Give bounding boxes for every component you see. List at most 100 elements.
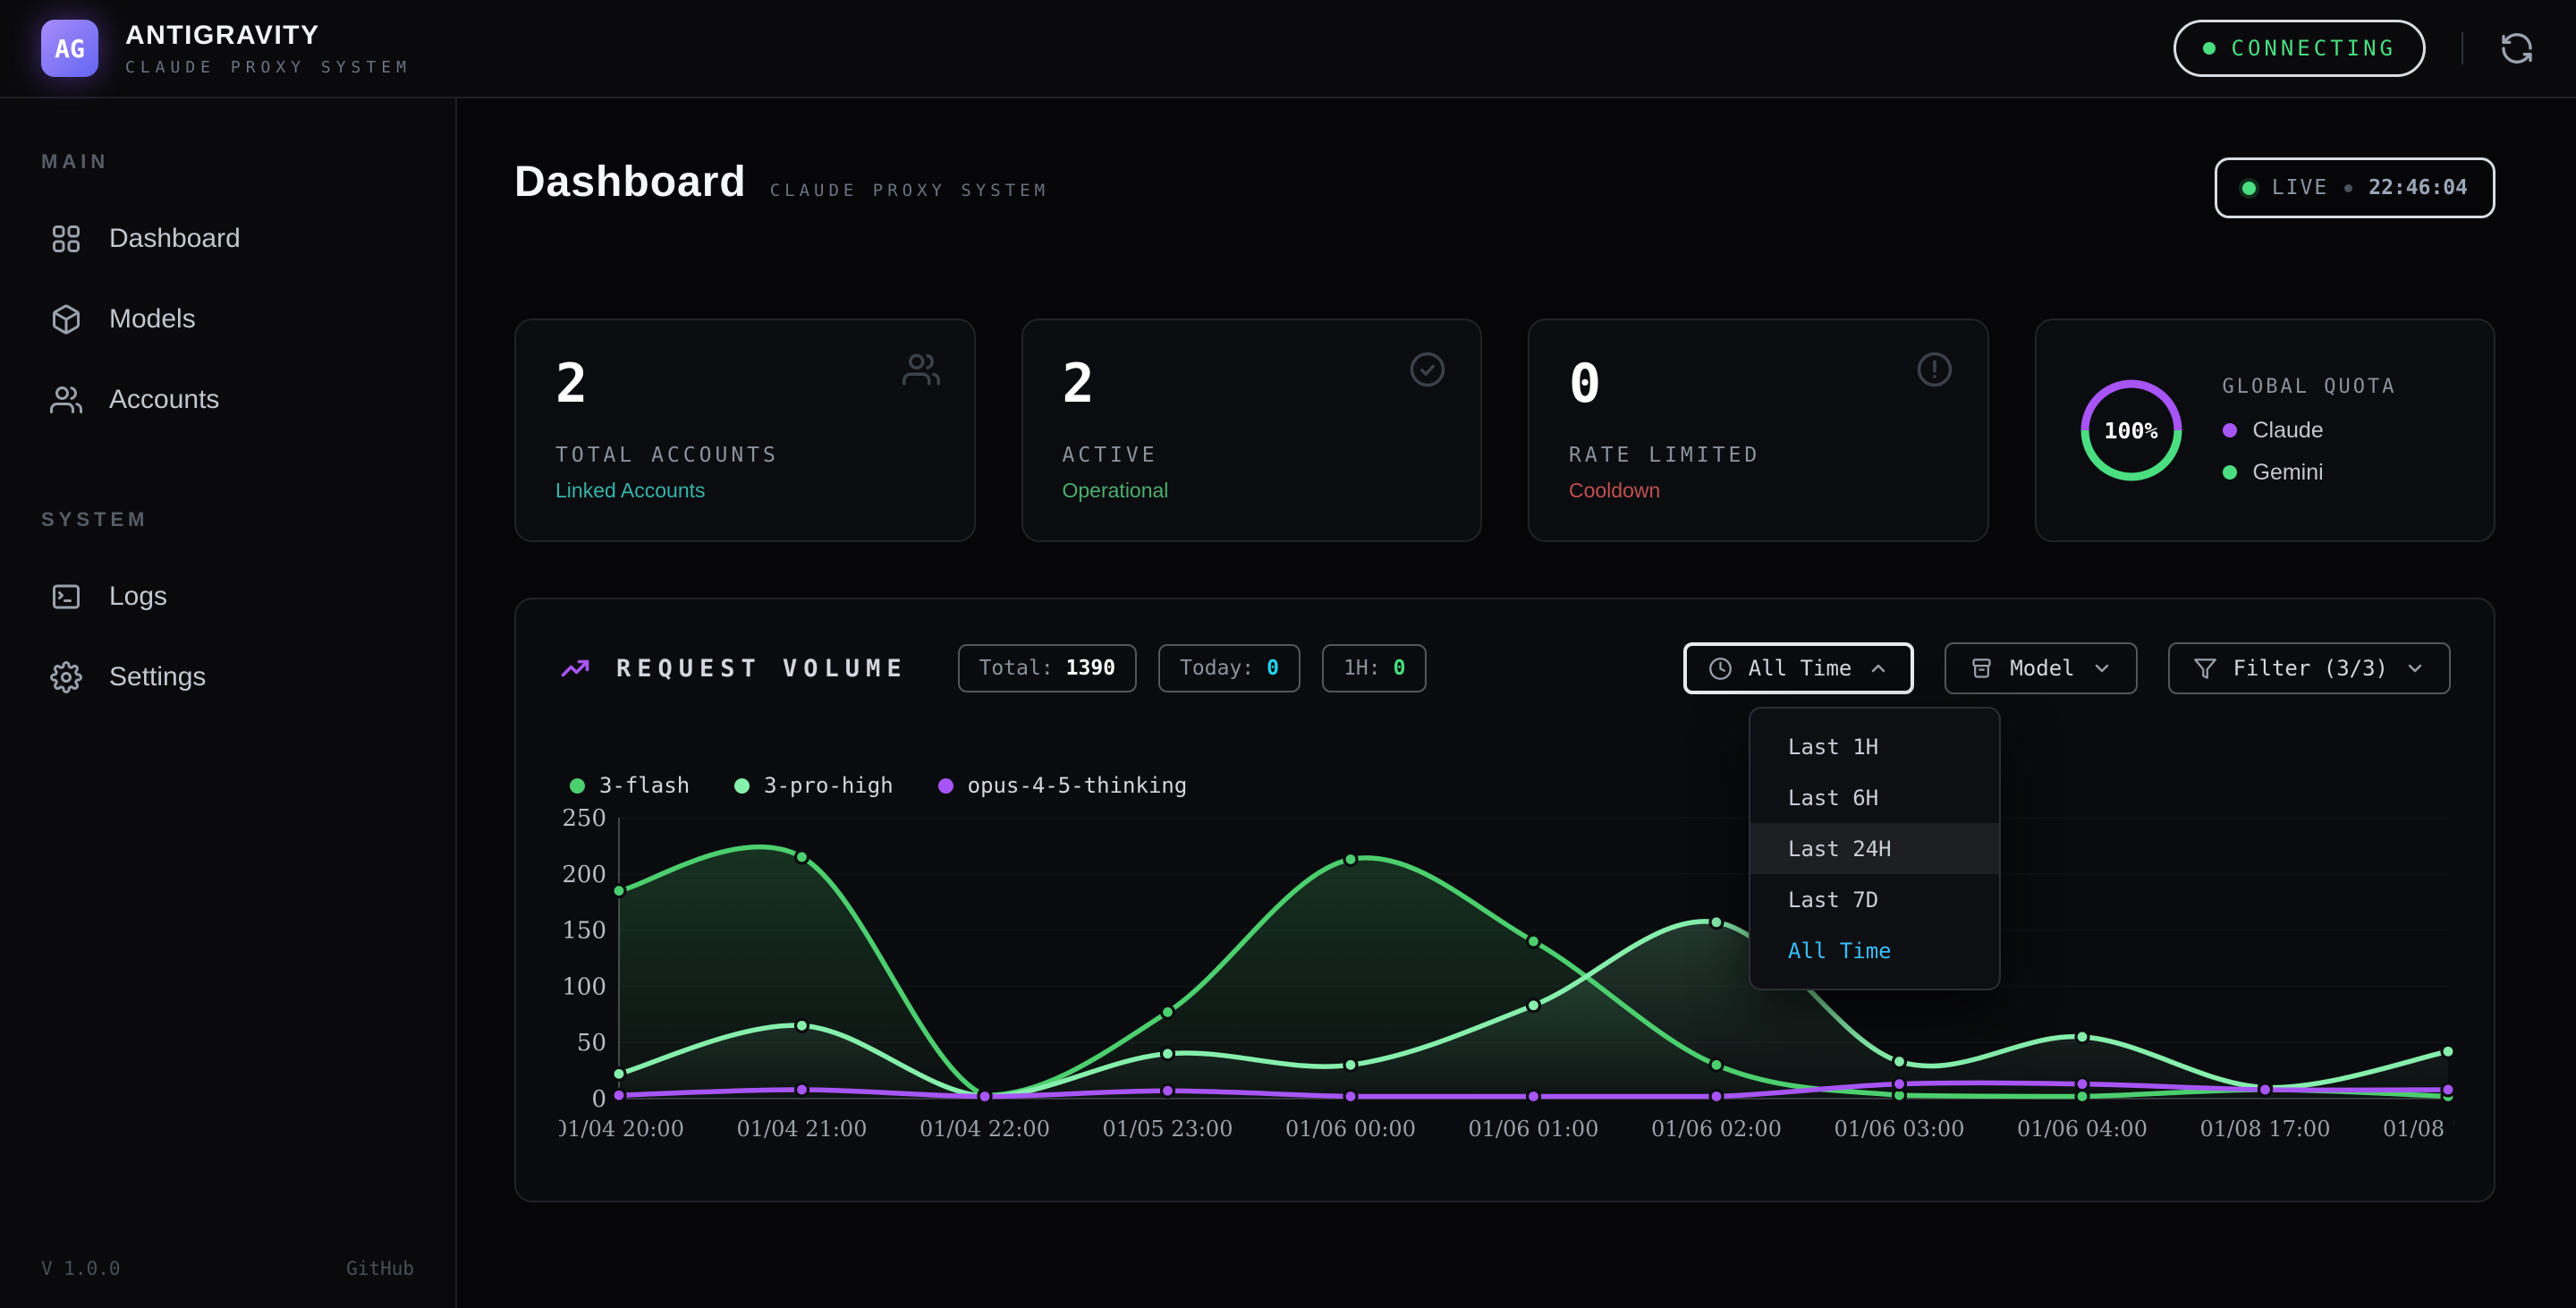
svg-text:01/08 18:00: 01/08 18:00: [2383, 1117, 2454, 1142]
refresh-icon[interactable]: [2499, 30, 2535, 66]
github-link[interactable]: GitHub: [346, 1258, 414, 1279]
sidebar-item-models[interactable]: Models: [41, 279, 414, 360]
sidebar-item-logs[interactable]: Logs: [41, 556, 414, 637]
stat-card-active: 2 ACTIVE Operational: [1021, 319, 1483, 542]
quota-legend-gemini: Gemini: [2223, 460, 2397, 486]
live-clock: 22:46:04: [2368, 176, 2468, 200]
sidebar-item-label: Models: [109, 304, 196, 335]
dropdown-item-last-24h[interactable]: Last 24H: [1750, 823, 1999, 874]
live-label: LIVE: [2272, 176, 2328, 200]
legend-item-opus[interactable]: opus-4-5-thinking: [938, 773, 1188, 798]
svg-text:01/05 23:00: 01/05 23:00: [1103, 1117, 1233, 1142]
stat-card-total-accounts: 2 TOTAL ACCOUNTS Linked Accounts: [514, 319, 976, 542]
stat-sublabel: Cooldown: [1569, 479, 1948, 503]
connection-status-label: CONNECTING: [2232, 36, 2397, 61]
separator-dot-icon: [2344, 184, 2352, 192]
clock-icon: [1708, 657, 1733, 681]
svg-text:01/06 00:00: 01/06 00:00: [1285, 1117, 1416, 1142]
sidebar-item-dashboard[interactable]: Dashboard: [41, 199, 414, 279]
gemini-dot-icon: [2223, 465, 2237, 480]
claude-dot-icon: [2223, 423, 2237, 437]
funnel-icon: [2193, 657, 2217, 681]
stat-card-rate-limited: 0 RATE LIMITED Cooldown: [1528, 319, 1989, 542]
svg-text:01/04 22:00: 01/04 22:00: [919, 1117, 1050, 1142]
page-title: Dashboard: [514, 157, 747, 207]
app-subtitle: CLAUDE PROXY SYSTEM: [125, 58, 411, 77]
legend-item-3-pro-high[interactable]: 3-pro-high: [734, 773, 894, 798]
svg-text:01/06 04:00: 01/06 04:00: [2017, 1117, 2148, 1142]
model-filter-button[interactable]: Model: [1945, 642, 2137, 694]
connection-status-badge: CONNECTING: [2174, 20, 2427, 77]
chevron-down-icon: [2091, 658, 2113, 679]
stat-label: ACTIVE: [1063, 444, 1442, 467]
one-hour-chip: 1H: 0: [1322, 644, 1427, 692]
grid-icon: [50, 223, 82, 255]
quota-ring-chart: 100%: [2076, 375, 2187, 486]
sidebar-section-main: MAIN: [41, 150, 414, 174]
chevron-up-icon: [1868, 658, 1889, 679]
users-icon: [902, 351, 940, 388]
request-volume-panel: REQUEST VOLUME Total: 1390 Today: 0 1H: …: [514, 598, 2496, 1202]
request-volume-chart: 05010015020025001/04 20:0001/04 21:0001/…: [559, 807, 2451, 1153]
page-subtitle: CLAUDE PROXY SYSTEM: [770, 181, 1049, 200]
sidebar-item-label: Dashboard: [109, 224, 241, 254]
stat-value: 0: [1569, 354, 1948, 413]
chevron-down-icon: [2404, 658, 2426, 679]
app-header: AG ANTIGRAVITY CLAUDE PROXY SYSTEM CONNE…: [0, 0, 2576, 98]
header-divider: [2462, 32, 2463, 64]
svg-text:0: 0: [591, 1086, 606, 1113]
stat-value: 2: [1063, 354, 1442, 413]
gear-icon: [50, 661, 82, 693]
stat-value: 2: [555, 354, 935, 413]
sidebar-item-label: Logs: [109, 582, 167, 612]
svg-text:01/04 20:00: 01/04 20:00: [559, 1117, 684, 1142]
quota-percent: 100%: [2076, 375, 2187, 486]
sidebar-item-accounts[interactable]: Accounts: [41, 360, 414, 440]
time-range-dropdown: Last 1H Last 6H Last 24H Last 7D All Tim…: [1749, 707, 2001, 990]
svg-text:150: 150: [562, 918, 606, 945]
chart-title: REQUEST VOLUME: [616, 655, 908, 683]
box-icon: [1970, 657, 1994, 681]
series-dot-icon: [938, 778, 953, 794]
stat-sublabel: Operational: [1063, 479, 1442, 503]
sidebar: MAIN Dashboard Models Accounts SYSTEM: [0, 98, 457, 1308]
dropdown-item-last-7d[interactable]: Last 7D: [1750, 874, 1999, 925]
svg-text:250: 250: [562, 807, 606, 832]
series-dot-icon: [570, 778, 585, 794]
time-range-button[interactable]: All Time: [1683, 642, 1915, 694]
chart-legend: 3-flash 3-pro-high opus-4-5-thinking: [570, 773, 2451, 798]
app-logo: AG: [41, 20, 98, 77]
svg-text:100: 100: [562, 973, 606, 1000]
legend-item-3-flash[interactable]: 3-flash: [570, 773, 690, 798]
sidebar-item-label: Settings: [109, 662, 206, 692]
live-dot-icon: [2242, 182, 2256, 195]
sidebar-item-settings[interactable]: Settings: [41, 637, 414, 718]
stat-card-global-quota: 100% GLOBAL QUOTA Claude Gemini: [2035, 319, 2496, 542]
main-content: Dashboard CLAUDE PROXY SYSTEM LIVE 22:46…: [457, 98, 2576, 1308]
sidebar-section-system: SYSTEM: [41, 508, 414, 531]
dropdown-item-last-1h[interactable]: Last 1H: [1750, 721, 1999, 772]
trending-up-icon: [559, 652, 591, 684]
svg-text:01/06 02:00: 01/06 02:00: [1651, 1117, 1782, 1142]
svg-text:01/06 01:00: 01/06 01:00: [1469, 1117, 1599, 1142]
svg-text:01/06 03:00: 01/06 03:00: [1835, 1117, 1965, 1142]
users-icon: [50, 384, 82, 416]
brand: AG ANTIGRAVITY CLAUDE PROXY SYSTEM: [41, 20, 411, 77]
stat-label: TOTAL ACCOUNTS: [555, 444, 935, 467]
live-status-badge: LIVE 22:46:04: [2215, 157, 2496, 218]
dropdown-item-all-time[interactable]: All Time: [1750, 925, 1999, 976]
today-chip: Today: 0: [1158, 644, 1301, 692]
quota-legend-claude: Claude: [2223, 418, 2397, 444]
cube-icon: [50, 303, 82, 335]
alert-circle-icon: [1916, 351, 1953, 388]
stat-sublabel: Linked Accounts: [555, 479, 935, 503]
status-dot-icon: [2203, 42, 2216, 55]
sidebar-item-label: Accounts: [109, 385, 219, 415]
dropdown-item-last-6h[interactable]: Last 6H: [1750, 772, 1999, 823]
terminal-icon: [50, 581, 82, 613]
series-dot-icon: [734, 778, 750, 794]
stat-label: RATE LIMITED: [1569, 444, 1948, 467]
filter-button[interactable]: Filter (3/3): [2168, 642, 2451, 694]
total-chip: Total: 1390: [958, 644, 1137, 692]
check-circle-icon: [1409, 351, 1446, 388]
